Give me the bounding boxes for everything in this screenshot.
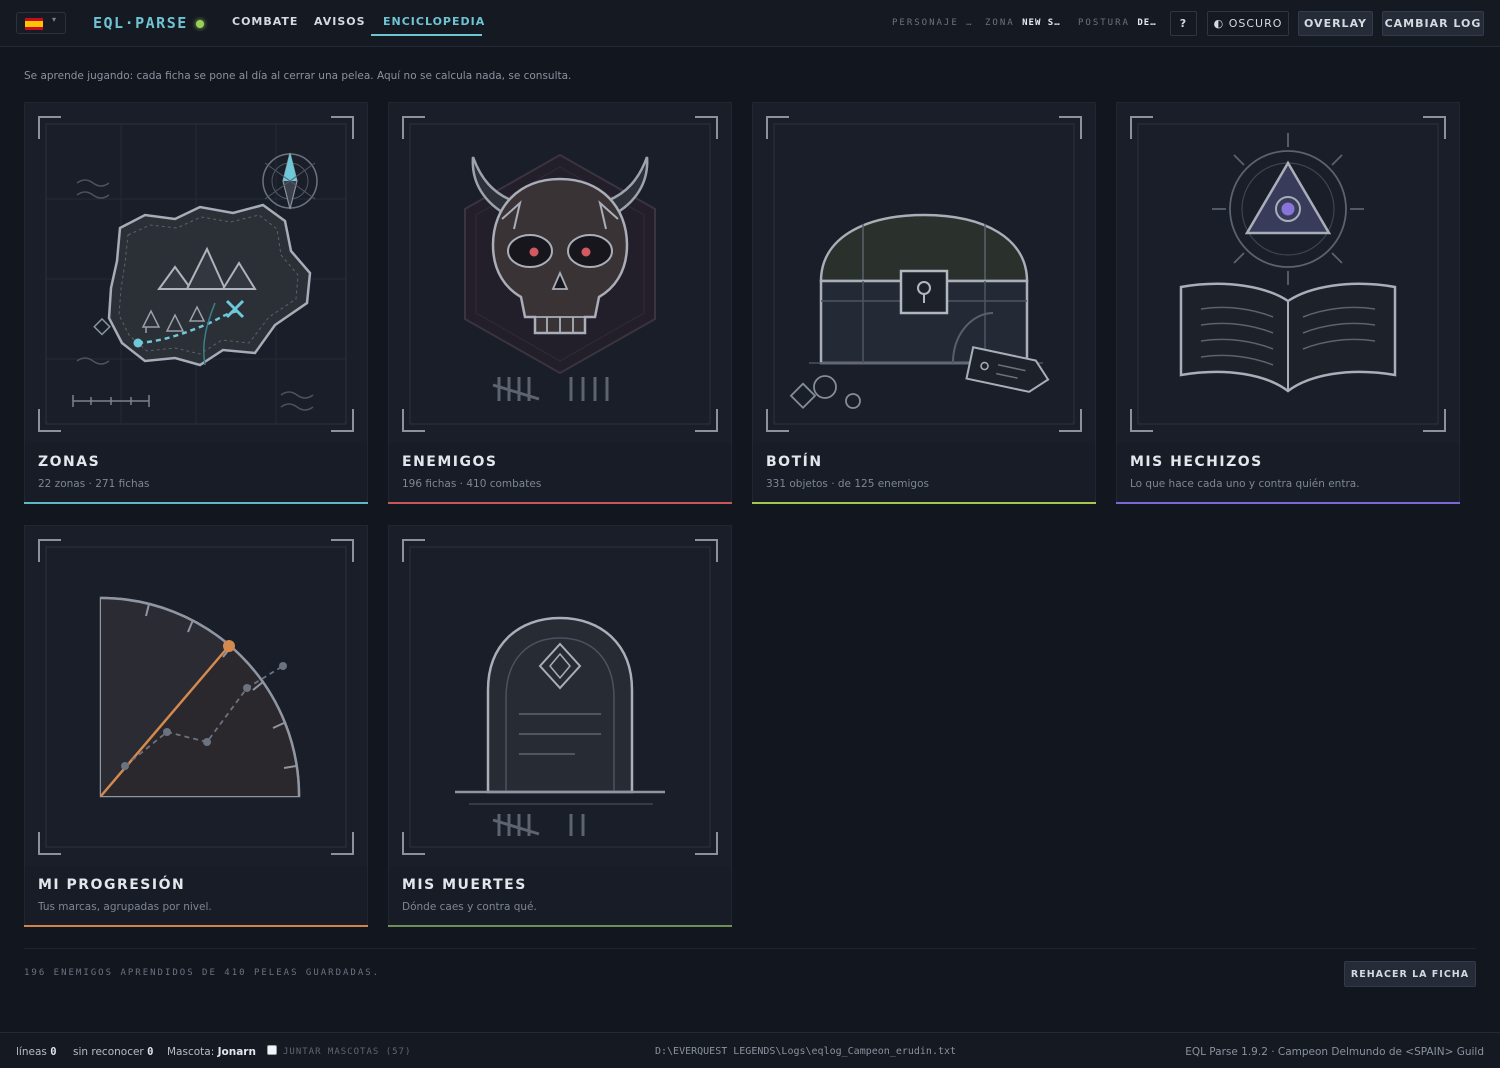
card-accent-bar xyxy=(752,502,1096,504)
card-title: MIS HECHIZOS xyxy=(1130,454,1263,470)
connection-status-dot xyxy=(196,20,204,28)
card-zonas[interactable]: ZONAS 22 zonas · 271 fichas xyxy=(24,102,368,504)
card-title: ZONAS xyxy=(38,454,101,470)
card-accent-bar xyxy=(388,925,732,927)
change-log-button[interactable]: CAMBIAR LOG xyxy=(1382,11,1484,36)
lines-value: 0 xyxy=(50,1046,57,1058)
theme-toggle-button[interactable]: ◐ OSCURO xyxy=(1207,11,1289,36)
card-mis-muertes[interactable]: MIS MUERTES Dónde caes y contra qué. xyxy=(388,525,732,927)
zone-value: NEW S… xyxy=(1022,18,1061,28)
card-title: MIS MUERTES xyxy=(402,877,527,893)
card-subtitle: Dónde caes y contra qué. xyxy=(402,901,537,913)
character-status[interactable]: PERSONAJE … xyxy=(892,18,974,28)
stance-value: DE… xyxy=(1137,18,1157,28)
card-subtitle: Lo que hace cada uno y contra quién entr… xyxy=(1130,478,1360,490)
card-subtitle: 22 zonas · 271 fichas xyxy=(38,478,150,490)
divider xyxy=(24,948,1476,949)
tombstone-illustration xyxy=(389,526,731,866)
top-bar: ▾ EQL·PARSE COMBATE AVISOS ENCICLOPEDIA … xyxy=(0,0,1500,47)
card-accent-bar xyxy=(24,502,368,504)
merge-pets-label[interactable]: JUNTAR MASCOTAS (57) xyxy=(283,1047,411,1057)
merge-pets-checkbox[interactable] xyxy=(267,1045,277,1055)
rebuild-sheet-button[interactable]: REHACER LA FICHA xyxy=(1344,961,1476,987)
card-subtitle: 331 objetos · de 125 enemigos xyxy=(766,478,929,490)
zones-map-illustration xyxy=(25,103,367,443)
spellbook-illustration xyxy=(1117,103,1459,443)
status-bar: líneas 0 sin reconocer 0 Mascota: Jonarn… xyxy=(0,1032,1500,1068)
card-accent-bar xyxy=(388,502,732,504)
app-logo: EQL·PARSE xyxy=(93,14,188,32)
pet-info: Mascota: Jonarn xyxy=(167,1046,256,1058)
pet-label: Mascota: xyxy=(167,1046,215,1058)
card-enemigos[interactable]: ENEMIGOS 196 fichas · 410 combates xyxy=(388,102,732,504)
card-accent-bar xyxy=(24,925,368,927)
tab-avisos[interactable]: AVISOS xyxy=(314,15,366,28)
card-mi-progresion[interactable]: MI PROGRESIÓN Tus marcas, agrupadas por … xyxy=(24,525,368,927)
unrecognized-label: sin reconocer xyxy=(73,1046,144,1058)
version-info: EQL Parse 1.9.2 · Campeon Delmundo de <S… xyxy=(1185,1046,1484,1058)
spain-flag-icon xyxy=(25,18,43,30)
progression-gauge-illustration xyxy=(25,526,367,866)
help-button[interactable]: ? xyxy=(1170,11,1197,36)
active-tab-indicator xyxy=(371,34,482,36)
card-subtitle: Tus marcas, agrupadas por nivel. xyxy=(38,901,212,913)
tab-enciclopedia[interactable]: ENCICLOPEDIA xyxy=(383,15,485,28)
card-title: ENEMIGOS xyxy=(402,454,498,470)
zone-label: ZONA xyxy=(985,18,1015,28)
log-path: D:\EVERQUEST LEGENDS\Logs\eqlog_Campeon_… xyxy=(655,1046,957,1057)
card-botin[interactable]: BOTÍN 331 objetos · de 125 enemigos xyxy=(752,102,1096,504)
lines-count: líneas 0 xyxy=(16,1046,57,1058)
unrecognized-count: sin reconocer 0 xyxy=(73,1046,153,1058)
lines-label: líneas xyxy=(16,1046,47,1058)
card-mis-hechizos[interactable]: MIS HECHIZOS Lo que hace cada uno y cont… xyxy=(1116,102,1460,504)
summary-text: 196 ENEMIGOS APRENDIDOS DE 410 PELEAS GU… xyxy=(24,968,381,978)
intro-text: Se aprende jugando: cada ficha se pone a… xyxy=(24,70,572,82)
loot-chest-illustration xyxy=(753,103,1095,443)
card-accent-bar xyxy=(1116,502,1460,504)
pet-value: Jonarn xyxy=(217,1046,256,1058)
chevron-down-icon: ▾ xyxy=(52,15,57,24)
tab-combate[interactable]: COMBATE xyxy=(232,15,298,28)
language-select[interactable]: ▾ xyxy=(16,12,66,34)
enemy-skull-illustration xyxy=(389,103,731,443)
unrecognized-value: 0 xyxy=(147,1046,154,1058)
stance-label: POSTURA xyxy=(1078,18,1130,28)
overlay-button[interactable]: OVERLAY xyxy=(1298,11,1373,36)
card-subtitle: 196 fichas · 410 combates xyxy=(402,478,542,490)
zone-status[interactable]: ZONA NEW S… xyxy=(985,18,1061,28)
stance-status[interactable]: POSTURA DE… xyxy=(1078,18,1157,28)
card-title: BOTÍN xyxy=(766,454,823,470)
card-title: MI PROGRESIÓN xyxy=(38,877,186,893)
